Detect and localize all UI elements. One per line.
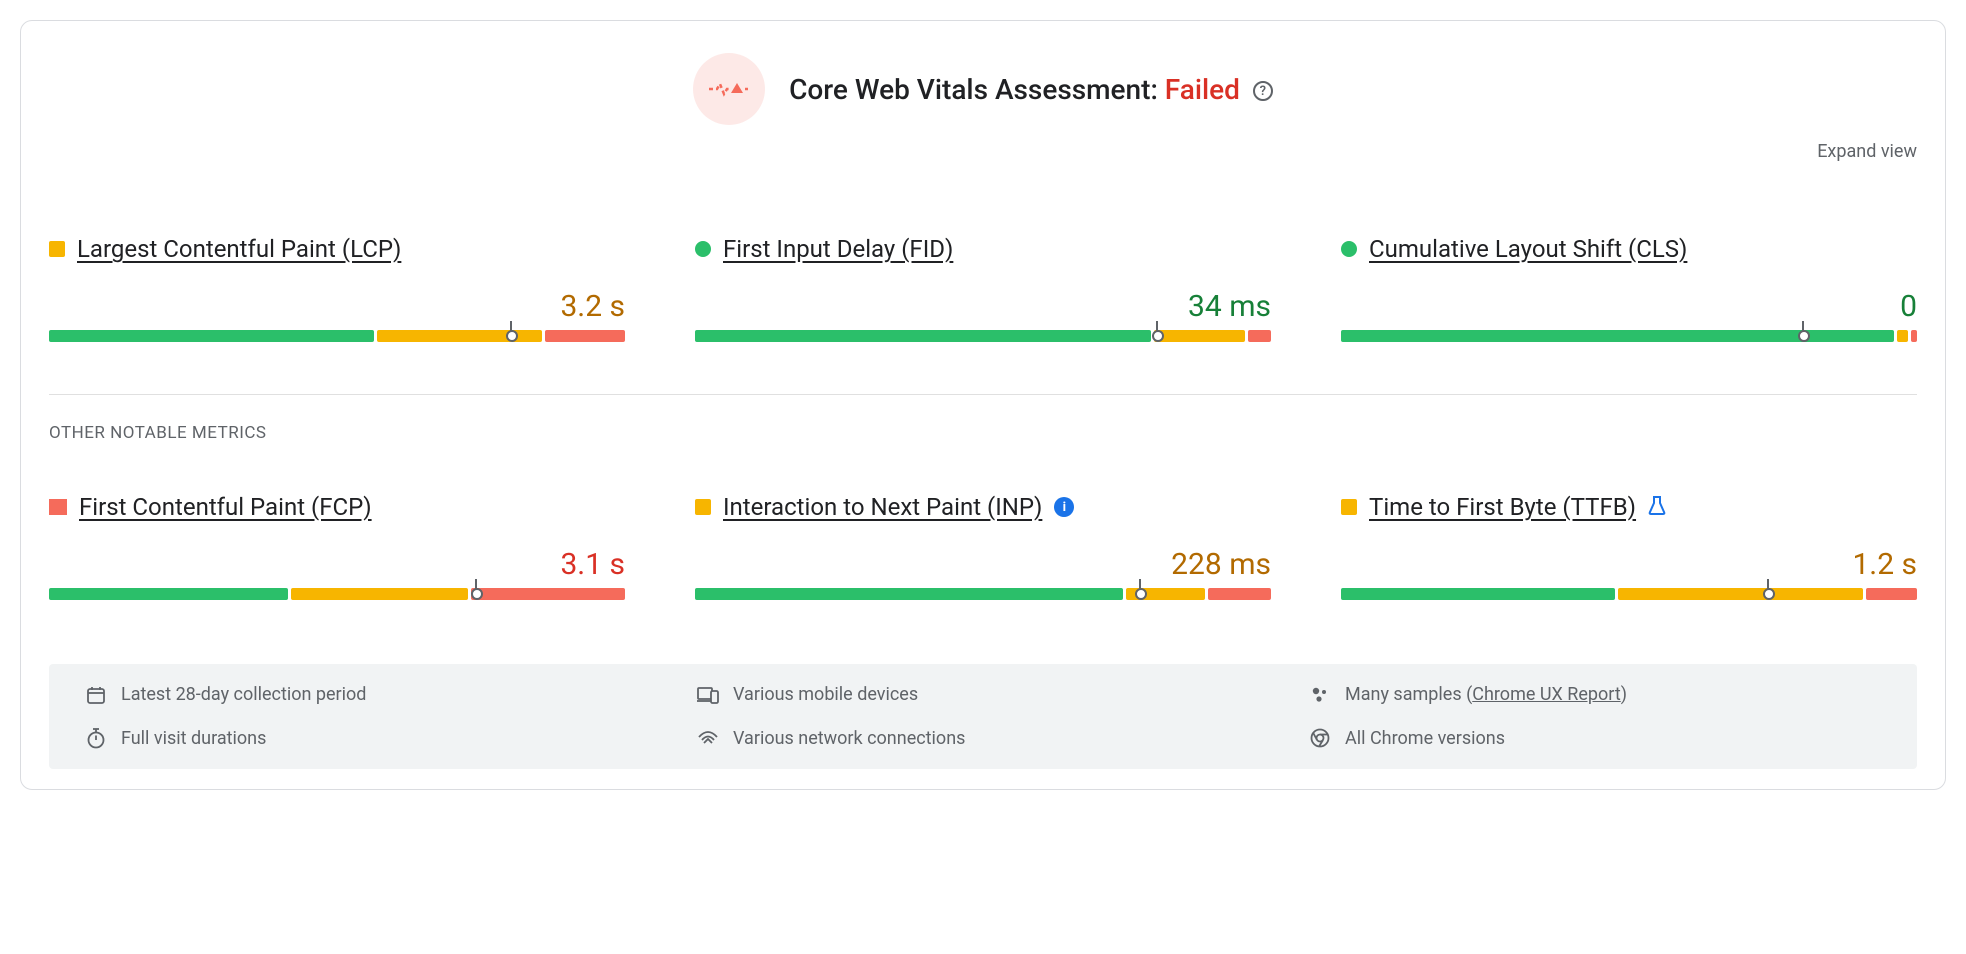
assessment-title: Core Web Vitals Assessment: Failed ?	[789, 73, 1273, 106]
calendar-icon	[85, 685, 107, 705]
metric-value: 0	[1341, 289, 1917, 324]
status-indicator-icon	[49, 499, 67, 515]
distribution-bar	[49, 588, 625, 608]
footer-text: All Chrome versions	[1345, 728, 1505, 749]
metric-fid: First Input Delay (FID) 34 ms	[695, 235, 1271, 350]
distribution-bar	[1341, 330, 1917, 350]
samples-icon	[1309, 686, 1331, 704]
metadata-footer: Latest 28-day collection period Various …	[49, 664, 1917, 769]
status-indicator-icon	[1341, 241, 1357, 257]
web-vitals-card: Core Web Vitals Assessment: Failed ? Exp…	[20, 20, 1946, 790]
stopwatch-icon	[85, 727, 107, 749]
footer-samples: Many samples (Chrome UX Report)	[1309, 684, 1881, 705]
footer-devices: Various mobile devices	[697, 684, 1269, 705]
distribution-bar	[1341, 588, 1917, 608]
status-indicator-icon	[695, 499, 711, 515]
status-indicator-icon	[695, 241, 711, 257]
metric-name-link[interactable]: Interaction to Next Paint (INP)	[723, 493, 1042, 521]
footer-durations: Full visit durations	[85, 727, 657, 749]
distribution-bar	[695, 588, 1271, 608]
experimental-icon[interactable]	[1648, 495, 1666, 520]
metric-inp: Interaction to Next Paint (INP) i 228 ms	[695, 493, 1271, 608]
footer-collection-period: Latest 28-day collection period	[85, 684, 657, 705]
section-label: OTHER NOTABLE METRICS	[49, 423, 1917, 443]
expand-view-link[interactable]: Expand view	[1817, 141, 1917, 162]
metric-value: 228 ms	[695, 547, 1271, 582]
info-icon[interactable]: i	[1054, 497, 1074, 517]
footer-chrome-versions: All Chrome versions	[1309, 727, 1881, 749]
metric-ttfb: Time to First Byte (TTFB) 1.2 s	[1341, 493, 1917, 608]
status-indicator-icon	[1341, 499, 1357, 515]
metric-cls: Cumulative Layout Shift (CLS) 0	[1341, 235, 1917, 350]
distribution-bar	[49, 330, 625, 350]
crux-report-link[interactable]: Chrome UX Report	[1472, 684, 1620, 705]
assessment-header: Core Web Vitals Assessment: Failed ? Exp…	[49, 53, 1917, 125]
status-indicator-icon	[49, 241, 65, 257]
assessment-title-text: Core Web Vitals Assessment:	[789, 73, 1158, 106]
footer-text: Full visit durations	[121, 728, 266, 749]
footer-connections: Various network connections	[697, 727, 1269, 749]
help-icon[interactable]: ?	[1253, 81, 1273, 101]
devices-icon	[697, 686, 719, 704]
metric-value: 1.2 s	[1341, 547, 1917, 582]
metric-name-link[interactable]: Cumulative Layout Shift (CLS)	[1369, 235, 1687, 263]
assessment-status-icon	[693, 53, 765, 125]
metric-name-link[interactable]: First Input Delay (FID)	[723, 235, 953, 263]
metric-fcp: First Contentful Paint (FCP) 3.1 s	[49, 493, 625, 608]
metric-name-link[interactable]: Largest Contentful Paint (LCP)	[77, 235, 401, 263]
section-divider	[49, 394, 1917, 395]
metric-value: 3.1 s	[49, 547, 625, 582]
distribution-bar	[695, 330, 1271, 350]
metric-name-link[interactable]: First Contentful Paint (FCP)	[79, 493, 372, 521]
footer-text: Many samples (Chrome UX Report)	[1345, 684, 1627, 705]
metric-name-link[interactable]: Time to First Byte (TTFB)	[1369, 493, 1636, 521]
metric-value: 3.2 s	[49, 289, 625, 324]
footer-text: Various mobile devices	[733, 684, 918, 705]
network-icon	[697, 729, 719, 747]
metric-lcp: Largest Contentful Paint (LCP) 3.2 s	[49, 235, 625, 350]
chrome-icon	[1309, 728, 1331, 748]
metric-value: 34 ms	[695, 289, 1271, 324]
footer-text: Latest 28-day collection period	[121, 684, 366, 705]
footer-text: Various network connections	[733, 728, 965, 749]
assessment-status-text: Failed	[1165, 73, 1240, 106]
